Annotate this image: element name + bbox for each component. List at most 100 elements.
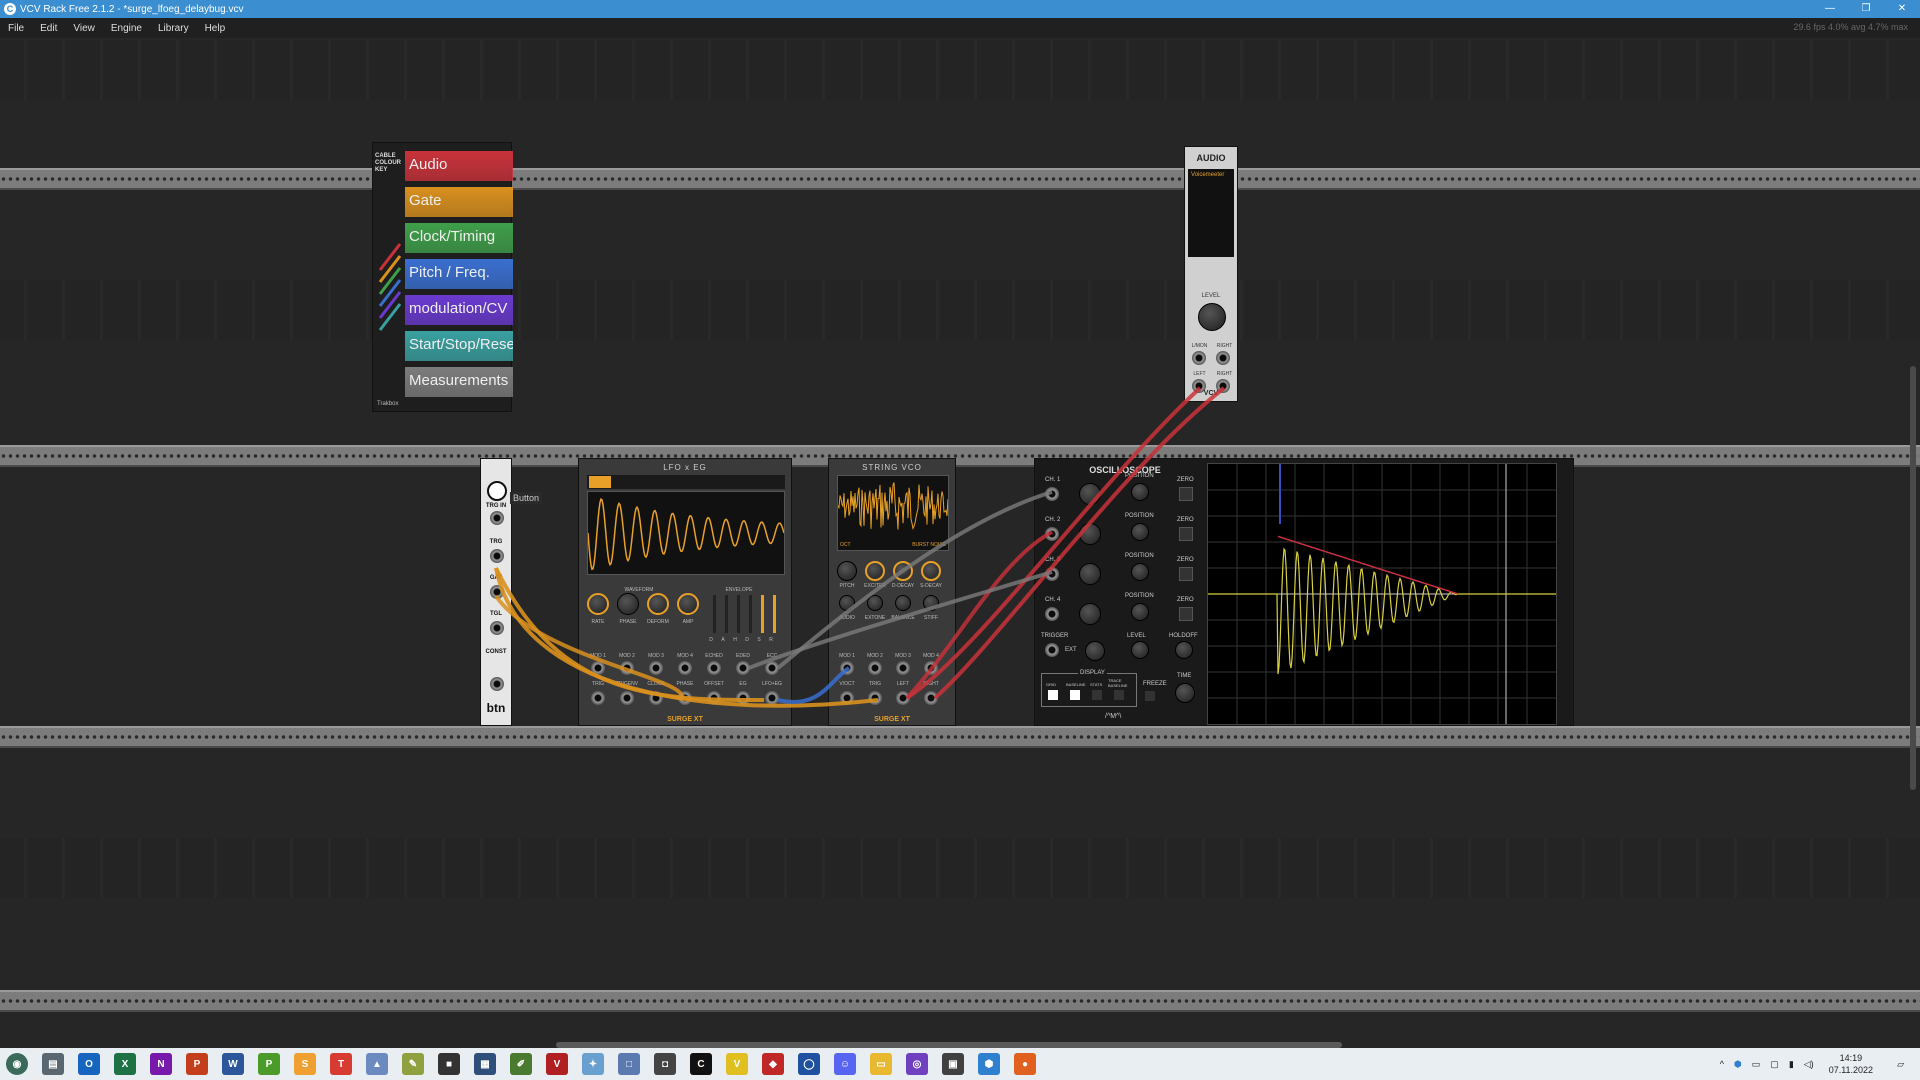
menu-edit[interactable]: Edit: [32, 23, 65, 34]
scope-ch2-jack[interactable]: [1045, 527, 1059, 541]
vco-voct-jack[interactable]: [840, 691, 854, 705]
scope-ch2-position-knob[interactable]: [1131, 523, 1149, 541]
vco-mod1-jack[interactable]: [840, 661, 854, 675]
lfo-lfoeg-jack[interactable]: [765, 691, 779, 705]
app-firefox-icon[interactable]: ●: [1014, 1053, 1036, 1075]
menu-help[interactable]: Help: [197, 23, 234, 34]
tray-chevron-icon[interactable]: ^: [1720, 1059, 1724, 1069]
tray-volume-icon[interactable]: ◁): [1804, 1059, 1814, 1070]
lfo-eg-jack[interactable]: [736, 691, 750, 705]
scope-ch4-jack[interactable]: [1045, 607, 1059, 621]
scope-trigger-knob[interactable]: [1085, 641, 1105, 661]
restore-button[interactable]: ❐: [1848, 0, 1884, 18]
btn-trg-jack[interactable]: [490, 549, 504, 563]
start-button[interactable]: ◉: [6, 1053, 28, 1075]
notifications-icon[interactable]: ▱: [1897, 1059, 1904, 1070]
lfo-mod2-jack[interactable]: [620, 661, 634, 675]
lfo-mod4-jack[interactable]: [678, 661, 692, 675]
app-folder-icon[interactable]: ▭: [870, 1053, 892, 1075]
tray-shield-icon[interactable]: ⬢: [1734, 1059, 1742, 1070]
app-t-icon[interactable]: T: [330, 1053, 352, 1075]
momentary-button[interactable]: [487, 481, 507, 501]
menu-library[interactable]: Library: [150, 23, 197, 34]
menu-file[interactable]: File: [0, 23, 32, 34]
scope-ch3-position-knob[interactable]: [1131, 563, 1149, 581]
scope-ch1-jack[interactable]: [1045, 487, 1059, 501]
app-sublime-icon[interactable]: S: [294, 1053, 316, 1075]
lfo-waveform-selector[interactable]: [587, 475, 785, 489]
rack-canvas[interactable]: [0, 38, 1920, 1048]
lfo-clock-jack[interactable]: [649, 691, 663, 705]
taskbar-clock[interactable]: 14:19 07.11.2022: [1829, 1052, 1873, 1076]
scope-ch1-position-knob[interactable]: [1131, 483, 1149, 501]
app-onenote-icon[interactable]: N: [150, 1053, 172, 1075]
scope-ch4-zero-button[interactable]: [1179, 607, 1193, 621]
vco-right-jack[interactable]: [924, 691, 938, 705]
app-purple-icon[interactable]: ◎: [906, 1053, 928, 1075]
app-publisher-icon[interactable]: P: [258, 1053, 280, 1075]
lfo-mod3-jack[interactable]: [649, 661, 663, 675]
vco-trig-jack[interactable]: [868, 691, 882, 705]
tray-network-icon[interactable]: ▭: [1752, 1059, 1761, 1070]
vco-sdecay-knob[interactable]: [921, 561, 941, 581]
scope-level-knob[interactable]: [1131, 641, 1149, 659]
btn-const-jack[interactable]: [490, 677, 504, 691]
oscilloscope-module[interactable]: OSCILLOSCOPE CH. 1 POSITION ZERO CH. 2 P…: [1034, 458, 1574, 726]
app-paint-icon[interactable]: ✎: [402, 1053, 424, 1075]
app-calc-icon[interactable]: ▦: [474, 1053, 496, 1075]
lfo-ecc-jack[interactable]: [765, 661, 779, 675]
tray-display-icon[interactable]: ▢: [1770, 1059, 1779, 1070]
scope-ch2-zero-button[interactable]: [1179, 527, 1193, 541]
scope-ch2-scale-knob[interactable]: [1079, 523, 1101, 545]
scope-trace-baseline-toggle[interactable]: [1114, 690, 1124, 700]
menu-engine[interactable]: Engine: [103, 23, 150, 34]
vco-stiff-knob[interactable]: [923, 595, 939, 611]
scope-ch4-position-knob[interactable]: [1131, 603, 1149, 621]
scope-trigger-jack[interactable]: [1045, 643, 1059, 657]
vco-audio-knob[interactable]: [839, 595, 855, 611]
lfo-deform-knob[interactable]: [647, 593, 669, 615]
vco-mod4-jack[interactable]: [924, 661, 938, 675]
app-cube-icon[interactable]: ⬢: [978, 1053, 1000, 1075]
lfo-amp-knob[interactable]: [677, 593, 699, 615]
audio-module[interactable]: AUDIO Voicemeeter LEVEL L/MON RIGHT LEFT…: [1184, 146, 1238, 402]
scope-time-knob[interactable]: [1175, 683, 1195, 703]
lfo-offset-jack[interactable]: [707, 691, 721, 705]
vco-pitch-knob[interactable]: [837, 561, 857, 581]
app-device-icon[interactable]: ◘: [654, 1053, 676, 1075]
lfo-eched-jack[interactable]: [707, 661, 721, 675]
lfo-trig-jack[interactable]: [591, 691, 605, 705]
scope-holdoff-knob[interactable]: [1175, 641, 1193, 659]
scope-grid-toggle[interactable]: [1048, 690, 1058, 700]
vco-extone-knob[interactable]: [867, 595, 883, 611]
scope-ch3-zero-button[interactable]: [1179, 567, 1193, 581]
app-terminal-icon[interactable]: ▣: [942, 1053, 964, 1075]
lfo-eg-module[interactable]: LFO x EG WAVEFORM ENVELOPE RATE PHASE DE…: [578, 458, 792, 726]
string-vco-module[interactable]: STRING VCO OCT BURST NOISE PITCH EXCITER…: [828, 458, 956, 726]
button-module[interactable]: TRG IN TRG GAT TGL CONST btn: [480, 458, 512, 726]
app-discord-icon[interactable]: ☺: [834, 1053, 856, 1075]
vco-ddecay-knob[interactable]: [893, 561, 913, 581]
lfo-phase-knob[interactable]: [617, 593, 639, 615]
scope-ch1-zero-button[interactable]: [1179, 487, 1193, 501]
lfo-eded-jack[interactable]: [736, 661, 750, 675]
lfo-envelope-sliders[interactable]: [709, 595, 785, 635]
app-blue-ring-icon[interactable]: ◯: [798, 1053, 820, 1075]
app-edit-icon[interactable]: ✐: [510, 1053, 532, 1075]
scope-ch3-scale-knob[interactable]: [1079, 563, 1101, 585]
minimize-button[interactable]: —: [1812, 0, 1848, 18]
vco-left-jack[interactable]: [896, 691, 910, 705]
app-v-icon[interactable]: V: [726, 1053, 748, 1075]
app-star-icon[interactable]: ✦: [582, 1053, 604, 1075]
app-window-icon[interactable]: □: [618, 1053, 640, 1075]
btn-gat-jack[interactable]: [490, 585, 504, 599]
tray-mic-icon[interactable]: ▮: [1789, 1059, 1794, 1070]
scope-freeze-toggle[interactable]: [1145, 691, 1155, 701]
lfo-trigenv-jack[interactable]: [620, 691, 634, 705]
app-chart-icon[interactable]: ▲: [366, 1053, 388, 1075]
vertical-scrollbar[interactable]: [1910, 366, 1916, 790]
app-vcvrack-icon[interactable]: C: [690, 1053, 712, 1075]
close-button[interactable]: ✕: [1884, 0, 1920, 18]
btn-tgl-jack[interactable]: [490, 621, 504, 635]
lfo-shape-sine-selected[interactable]: [589, 476, 611, 488]
